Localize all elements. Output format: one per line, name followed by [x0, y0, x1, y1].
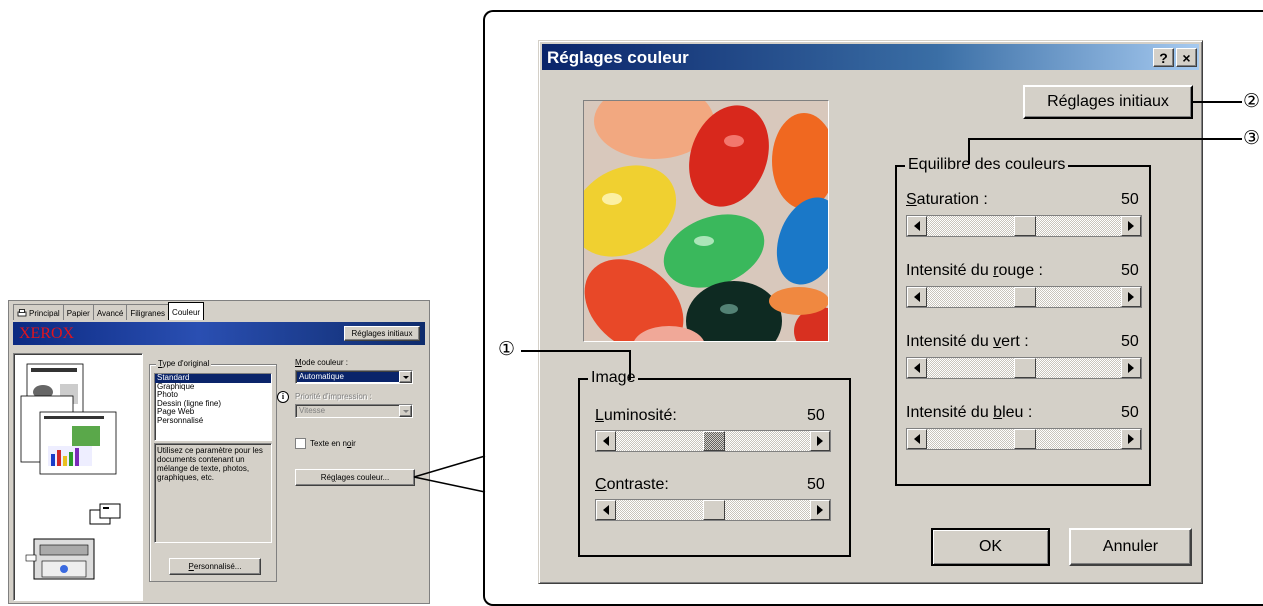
callout-3-line: [968, 138, 1242, 140]
dialog-title: Réglages couleur: [547, 48, 689, 67]
arrow-right-icon[interactable]: [1121, 287, 1141, 307]
saturation-label: Saturation :: [906, 191, 988, 208]
red-intensity-slider[interactable]: [906, 286, 1142, 308]
red-intensity-label: Intensité du rouge :: [906, 262, 1043, 279]
arrow-right-icon[interactable]: [810, 431, 830, 451]
arrow-right-icon[interactable]: [1121, 429, 1141, 449]
close-button[interactable]: ×: [1176, 48, 1197, 67]
title-bar: Réglages couleur ? ×: [542, 44, 1199, 70]
contrast-label: Contraste:: [595, 476, 669, 493]
blue-intensity-value: 50: [1121, 404, 1139, 421]
brightness-slider-thumb[interactable]: [703, 431, 725, 451]
arrow-left-icon[interactable]: [907, 216, 927, 236]
green-intensity-value: 50: [1121, 333, 1139, 350]
arrow-left-icon[interactable]: [907, 429, 927, 449]
color-balance-group-label: Equilibre des couleurs: [905, 156, 1069, 174]
help-button[interactable]: ?: [1153, 48, 1174, 67]
jellybeans-illustration: [584, 101, 828, 341]
saturation-slider-thumb[interactable]: [1014, 216, 1036, 236]
arrow-left-icon[interactable]: [596, 431, 616, 451]
blue-intensity-slider-thumb[interactable]: [1014, 429, 1036, 449]
image-group: Image: [578, 369, 851, 557]
callout-3: ③: [1243, 127, 1261, 149]
callout-1-line: [521, 350, 631, 352]
brightness-value: 50: [807, 407, 825, 424]
preview-image: [583, 100, 829, 342]
ok-button[interactable]: OK: [931, 528, 1050, 566]
green-intensity-slider[interactable]: [906, 357, 1142, 379]
arrow-right-icon[interactable]: [1121, 358, 1141, 378]
red-intensity-value: 50: [1121, 262, 1139, 279]
arrow-left-icon[interactable]: [907, 358, 927, 378]
color-settings-dialog: Réglages couleur ? × Ré g lages initiaux I: [538, 40, 1203, 584]
brightness-label: Luminosité:: [595, 407, 677, 424]
callout-2: ②: [1243, 90, 1261, 112]
arrow-left-icon[interactable]: [907, 287, 927, 307]
reset-button[interactable]: Ré g lages initiaux: [1023, 85, 1193, 119]
callout-1-line: [629, 350, 631, 380]
green-intensity-label: Intensité du vert :: [906, 333, 1029, 350]
arrow-left-icon[interactable]: [596, 500, 616, 520]
contrast-slider-thumb[interactable]: [703, 500, 725, 520]
contrast-value: 50: [807, 476, 825, 493]
red-intensity-slider-thumb[interactable]: [1014, 287, 1036, 307]
arrow-right-icon[interactable]: [1121, 216, 1141, 236]
cancel-button[interactable]: Annuler: [1069, 528, 1192, 566]
callout-3-line: [968, 138, 970, 164]
blue-intensity-slider[interactable]: [906, 428, 1142, 450]
blue-intensity-label: Intensité du bleu :: [906, 404, 1033, 421]
callout-1: ①: [498, 338, 516, 360]
green-intensity-slider-thumb[interactable]: [1014, 358, 1036, 378]
saturation-value: 50: [1121, 191, 1139, 208]
saturation-slider[interactable]: [906, 215, 1142, 237]
arrow-right-icon[interactable]: [810, 500, 830, 520]
brightness-slider[interactable]: [595, 430, 831, 452]
callout-2-line: [1192, 101, 1242, 103]
contrast-slider[interactable]: [595, 499, 831, 521]
